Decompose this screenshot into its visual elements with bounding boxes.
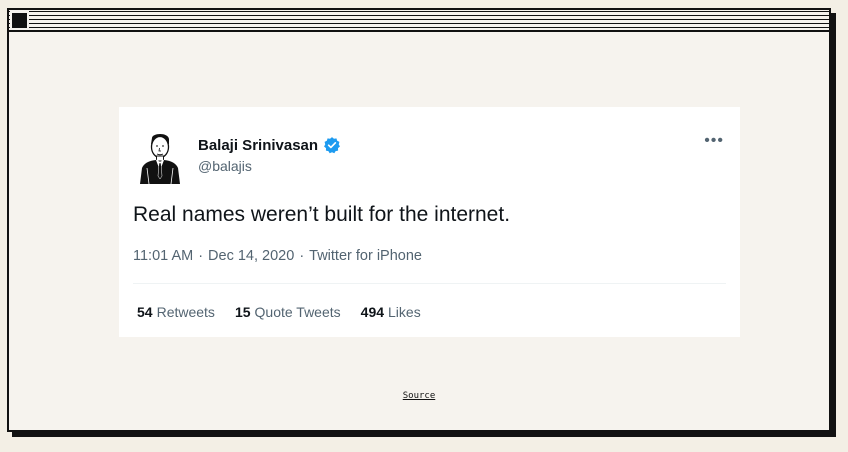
author-name[interactable]: Balaji Srinivasan — [198, 137, 318, 154]
avatar[interactable] — [137, 130, 183, 184]
tweet-client[interactable]: Twitter for iPhone — [309, 248, 422, 264]
window-content: Balaji Srinivasan @balajis ••• Real name… — [9, 32, 829, 430]
author-handle[interactable]: @balajis — [198, 158, 252, 174]
likes-count: 494 — [360, 304, 385, 320]
meta-separator: · — [299, 248, 305, 264]
tweet-time[interactable]: 11:01 AM — [133, 248, 193, 264]
likes-stat[interactable]: 494 Likes — [361, 304, 421, 320]
retweets-count: 54 — [137, 304, 153, 320]
tweet-meta: 11:01 AM · Dec 14, 2020 · Twitter for iP… — [133, 248, 422, 264]
author-name-row: Balaji Srinivasan — [198, 136, 341, 154]
tweet-date[interactable]: Dec 14, 2020 — [208, 248, 294, 264]
meta-separator: · — [198, 248, 204, 264]
likes-label: Likes — [388, 304, 421, 320]
title-bar[interactable] — [9, 10, 829, 32]
quote-tweets-count: 15 — [234, 304, 251, 320]
tweet-text: Real names weren’t built for the interne… — [133, 203, 511, 226]
divider — [133, 283, 726, 284]
app-window: Balaji Srinivasan @balajis ••• Real name… — [7, 8, 831, 432]
source-link[interactable]: Source — [9, 391, 829, 401]
tweet-card: Balaji Srinivasan @balajis ••• Real name… — [119, 107, 740, 337]
tweet-stats: 54 Retweets 15 Quote Tweets 494 Likes — [137, 304, 421, 320]
retweets-stat[interactable]: 54 Retweets — [137, 304, 215, 320]
more-icon[interactable]: ••• — [704, 133, 724, 149]
verified-badge-icon — [324, 137, 341, 154]
close-box-icon[interactable] — [12, 13, 27, 28]
quote-tweets-label: Quote Tweets — [254, 304, 341, 320]
quote-tweets-stat[interactable]: 15 Quote Tweets — [235, 304, 341, 320]
retweets-label: Retweets — [156, 304, 215, 320]
